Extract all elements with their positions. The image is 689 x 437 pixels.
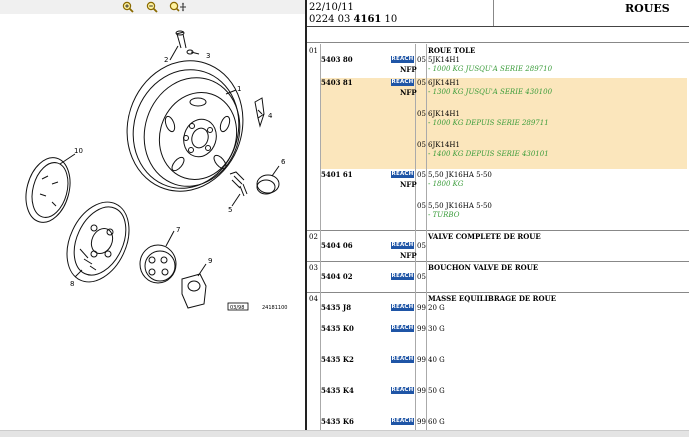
section-num: 03 bbox=[309, 264, 318, 272]
callout-8: 8 bbox=[70, 280, 74, 288]
parts-list-panel: 22/10/11 0224 03 4161 10 ROUES 01 ROUE T… bbox=[307, 0, 689, 436]
header-date: 22/10/11 bbox=[309, 2, 354, 13]
part-ref[interactable]: 5435 K6 bbox=[321, 418, 354, 426]
section-num: 02 bbox=[309, 233, 318, 241]
part-note: - 1000 KG DEPUIS SERIE 289711 bbox=[428, 119, 549, 127]
part-ref[interactable]: 5435 K0 bbox=[321, 325, 354, 333]
section-title: MASSE EQUILIBRAGE DE ROUE bbox=[428, 294, 557, 303]
diagram-panel: 1 2 3 4 5 6 7 8 9 10 03/98 24181100 bbox=[0, 0, 305, 436]
part-desc: 50 G bbox=[428, 387, 445, 395]
reach-badge[interactable]: REACH bbox=[391, 356, 414, 363]
page-title: ROUES bbox=[625, 2, 670, 15]
diagram-stamp: 03/98 bbox=[230, 305, 244, 311]
wheel-exploded-diagram[interactable]: 1 2 3 4 5 6 7 8 9 10 03/98 24181100 bbox=[0, 14, 305, 434]
part-desc: 5JK14H1 bbox=[428, 56, 460, 64]
reach-badge[interactable]: REACH bbox=[391, 325, 414, 332]
zoom-out-icon[interactable] bbox=[144, 0, 160, 14]
nfp-label: NFP bbox=[400, 180, 417, 189]
part-ref[interactable]: 5435 K2 bbox=[321, 356, 354, 364]
reach-badge[interactable]: REACH bbox=[391, 304, 414, 311]
part-desc: 30 G bbox=[428, 325, 445, 333]
qty: 05 bbox=[417, 171, 426, 179]
part-desc: 6JK14H1 bbox=[428, 79, 460, 87]
callout-6: 6 bbox=[281, 158, 286, 166]
qty: 05 bbox=[417, 56, 426, 64]
nfp-label: NFP bbox=[400, 65, 417, 74]
section-num: 04 bbox=[309, 295, 318, 303]
part-desc: 6JK14H1 bbox=[428, 141, 460, 149]
part-ref[interactable]: 5435 J8 bbox=[321, 304, 351, 312]
callout-1: 1 bbox=[237, 85, 241, 93]
qty: 05 bbox=[417, 273, 426, 281]
part-ref[interactable]: 5435 K4 bbox=[321, 387, 354, 395]
qty: 05 bbox=[417, 79, 426, 87]
header-code: 0224 03 4161 10 bbox=[309, 14, 398, 25]
qty: 05 bbox=[417, 110, 426, 118]
part-ref[interactable]: 5403 81 bbox=[321, 79, 353, 87]
section-num: 01 bbox=[309, 47, 318, 55]
reach-badge[interactable]: REACH bbox=[391, 79, 414, 86]
reach-badge[interactable]: REACH bbox=[391, 56, 414, 63]
zoom-pan-icon[interactable] bbox=[168, 0, 188, 14]
reach-badge[interactable]: REACH bbox=[391, 418, 414, 425]
reach-badge[interactable]: REACH bbox=[391, 273, 414, 280]
reach-badge[interactable]: REACH bbox=[391, 242, 414, 249]
zoom-toolbar bbox=[0, 0, 305, 14]
qty: 05 bbox=[417, 202, 426, 210]
reach-badge[interactable]: REACH bbox=[391, 387, 414, 394]
nfp-label: NFP bbox=[400, 88, 417, 97]
part-desc: 5,50 JK16HA 5-50 bbox=[428, 171, 492, 179]
qty: 99 bbox=[417, 418, 426, 426]
part-note: - 1400 KG DEPUIS SERIE 430101 bbox=[428, 150, 549, 158]
diagram-ref: 24181100 bbox=[262, 305, 287, 311]
part-note: - 1800 KG bbox=[428, 180, 464, 188]
part-note: - 1000 KG JUSQU'A SERIE 289710 bbox=[428, 65, 553, 73]
nfp-label: NFP bbox=[400, 251, 417, 260]
zoom-in-icon[interactable] bbox=[120, 0, 136, 14]
qty: 99 bbox=[417, 304, 426, 312]
callout-5: 5 bbox=[228, 206, 232, 214]
callout-2: 2 bbox=[164, 56, 168, 64]
qty: 05 bbox=[417, 242, 426, 250]
qty: 99 bbox=[417, 325, 426, 333]
part-desc: 6JK14H1 bbox=[428, 110, 460, 118]
qty: 99 bbox=[417, 387, 426, 395]
part-note: - 1300 KG JUSQU'A SERIE 430100 bbox=[428, 88, 553, 96]
part-desc: 40 G bbox=[428, 356, 445, 364]
section-title: VALVE COMPLETE DE ROUE bbox=[428, 232, 541, 241]
reach-badge[interactable]: REACH bbox=[391, 171, 414, 178]
callout-3: 3 bbox=[206, 52, 210, 60]
callout-4: 4 bbox=[268, 112, 273, 120]
part-desc: 60 G bbox=[428, 418, 445, 426]
part-ref[interactable]: 5403 80 bbox=[321, 56, 353, 64]
callout-9: 9 bbox=[208, 257, 212, 265]
part-ref[interactable]: 5404 06 bbox=[321, 242, 353, 250]
part-ref[interactable]: 5404 02 bbox=[321, 273, 353, 281]
callout-7: 7 bbox=[176, 226, 180, 234]
qty: 05 bbox=[417, 141, 426, 149]
part-desc: 5,50 JK16HA 5-50 bbox=[428, 202, 492, 210]
qty: 99 bbox=[417, 356, 426, 364]
section-title: BOUCHON VALVE DE ROUE bbox=[428, 263, 539, 272]
section-title: ROUE TOLE bbox=[428, 46, 476, 55]
part-desc: 20 G bbox=[428, 304, 445, 312]
callout-10: 10 bbox=[74, 147, 83, 155]
part-ref[interactable]: 5401 61 bbox=[321, 171, 353, 179]
part-note: - TURBO bbox=[428, 211, 460, 219]
